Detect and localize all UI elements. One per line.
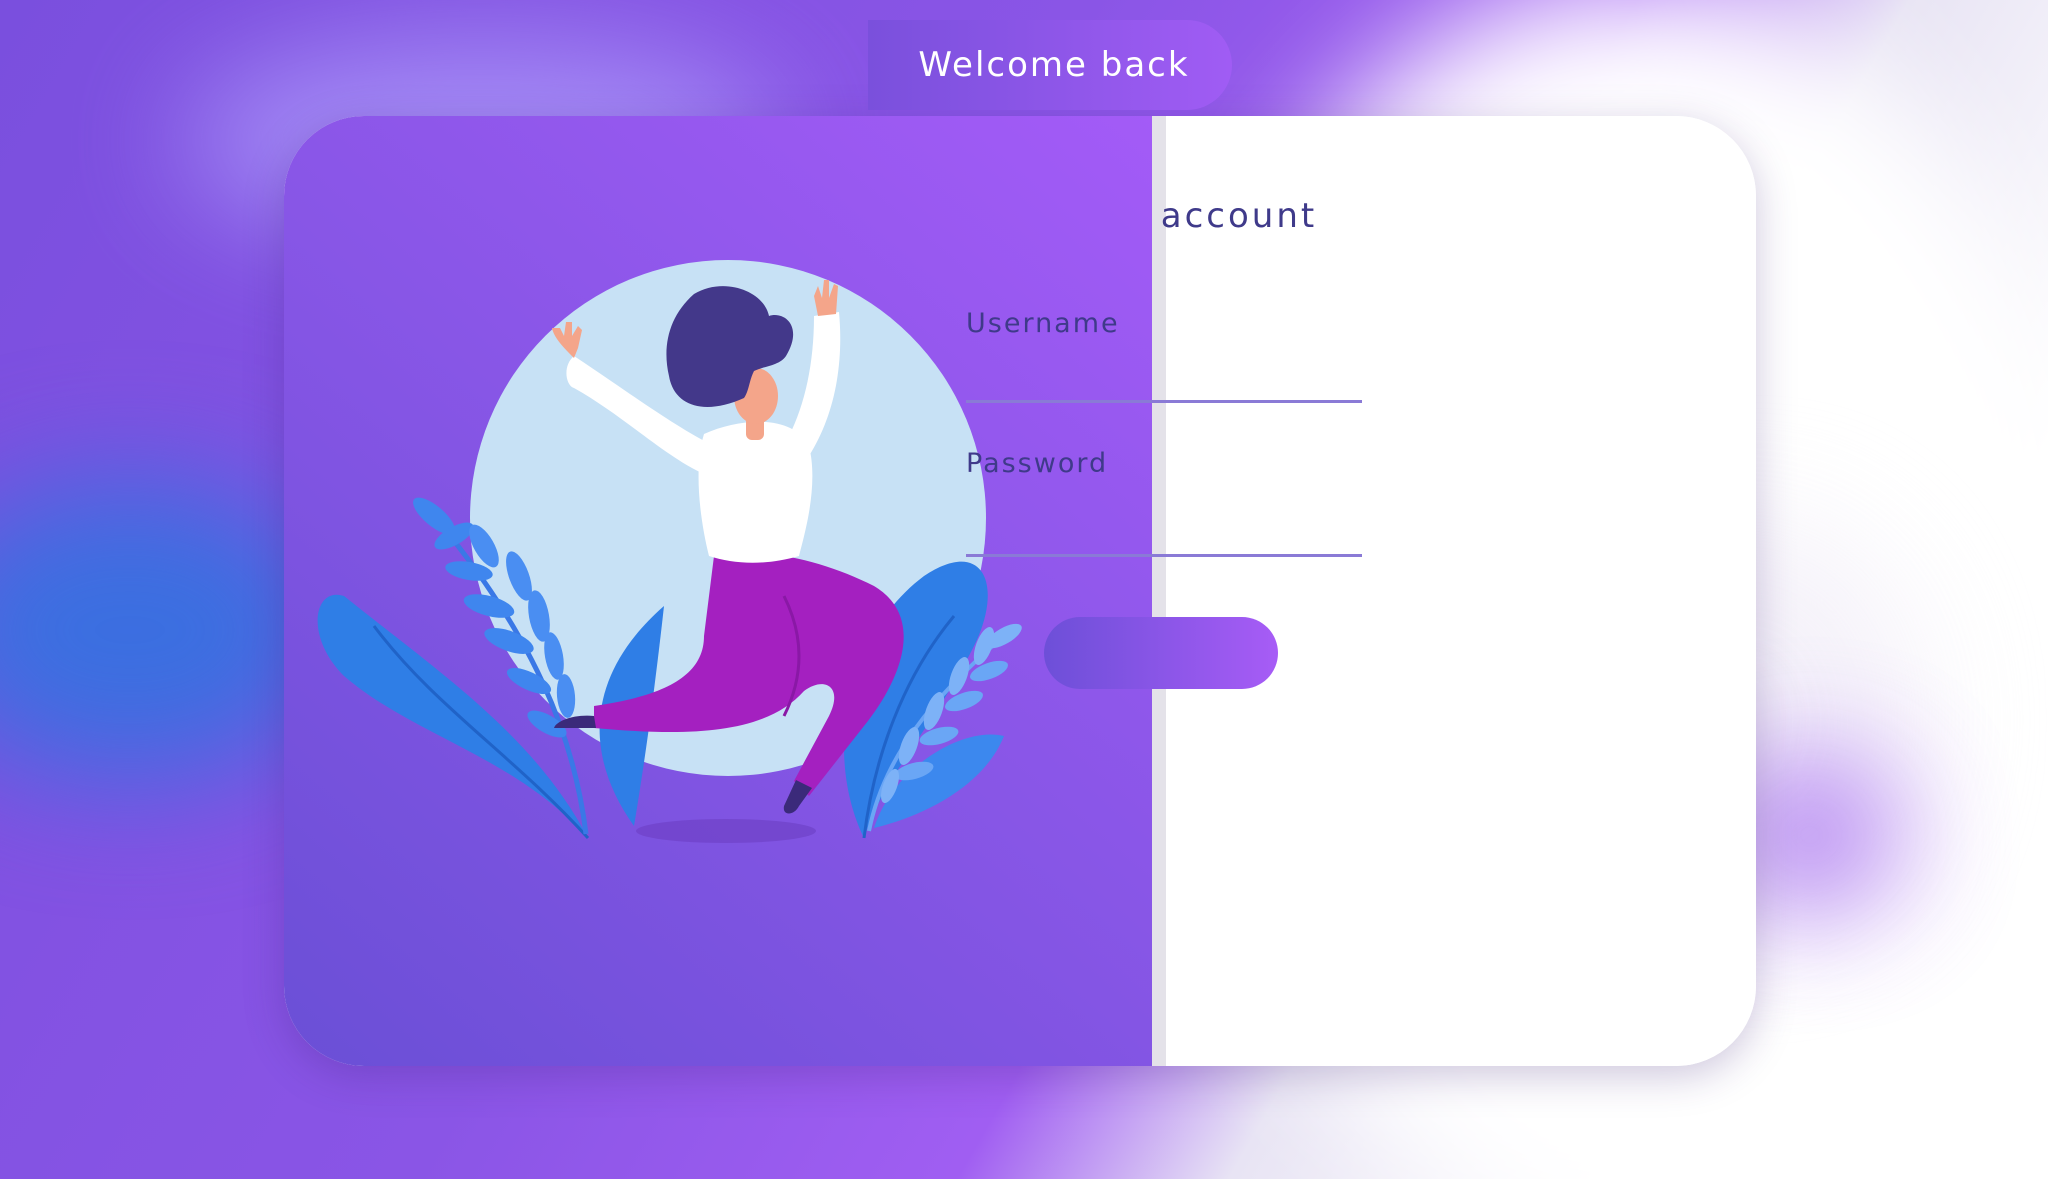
shirt bbox=[698, 421, 813, 563]
username-label: Username bbox=[966, 308, 1120, 339]
ground-shadow bbox=[636, 819, 816, 843]
username-input[interactable] bbox=[966, 356, 1362, 403]
password-input[interactable] bbox=[966, 510, 1362, 557]
login-button[interactable] bbox=[1044, 617, 1278, 689]
login-card bbox=[284, 116, 1756, 1066]
welcome-text: Welcome back bbox=[918, 45, 1190, 85]
shoe-left bbox=[554, 715, 596, 728]
illustration-panel bbox=[284, 116, 1152, 1066]
password-label: Password bbox=[966, 448, 1109, 479]
form-title: account bbox=[1160, 196, 1318, 236]
welcome-banner: Welcome back bbox=[868, 20, 1232, 110]
divider bbox=[1152, 116, 1166, 1066]
form-panel bbox=[1166, 116, 1756, 1066]
woman-jumping-illustration bbox=[317, 260, 1022, 843]
page-background: Welcome back account Username Password bbox=[0, 0, 2048, 1179]
